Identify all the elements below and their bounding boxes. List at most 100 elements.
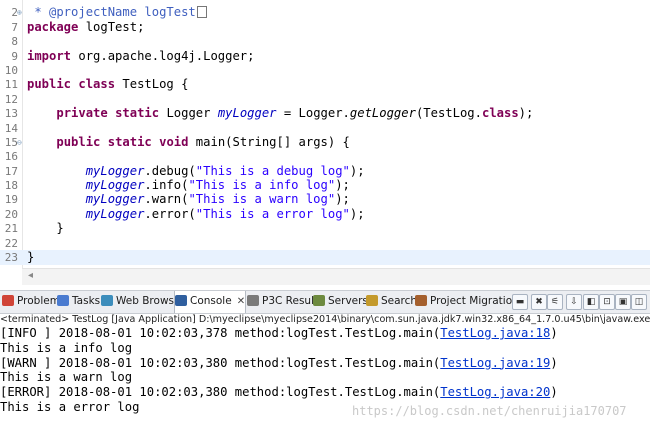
line-number: 22 bbox=[4, 237, 18, 250]
tab-web-browser[interactable]: Web Browser bbox=[101, 291, 185, 313]
code-token: (TestLog. bbox=[415, 106, 482, 120]
code-token: .error( bbox=[144, 207, 196, 221]
code-text: myLogger.debug("This is a debug log"); bbox=[27, 164, 365, 179]
field-name: myLogger bbox=[217, 106, 277, 120]
minimize-icon[interactable]: ▬ bbox=[512, 294, 528, 310]
code-text: * @projectName logTest bbox=[27, 5, 207, 20]
stack-trace-link[interactable]: TestLog.java:19 bbox=[440, 356, 550, 370]
line-number: 2 bbox=[11, 6, 18, 19]
code-editor[interactable]: 2 ⊕ * @projectName logTest 7 package logTes… bbox=[0, 0, 650, 268]
tab-console[interactable]: Console ✕ bbox=[174, 291, 247, 313]
field-name: myLogger bbox=[85, 164, 145, 178]
code-line[interactable]: 17 myLogger.debug("This is a debug log")… bbox=[0, 164, 650, 179]
code-token: = Logger. bbox=[276, 106, 350, 120]
tab-project-migration[interactable]: Project Migration bbox=[415, 291, 519, 313]
code-line[interactable]: 10 bbox=[0, 63, 650, 78]
tab-servers[interactable]: Servers bbox=[313, 291, 368, 313]
fold-expand-icon[interactable]: ⊕ bbox=[17, 5, 22, 20]
globe-icon bbox=[101, 295, 113, 306]
code-text: import org.apache.log4j.Logger; bbox=[27, 49, 254, 64]
tasks-icon bbox=[57, 295, 69, 306]
code-token: .info( bbox=[144, 178, 189, 192]
keyword: private bbox=[56, 106, 108, 120]
keyword: package bbox=[27, 20, 79, 34]
servers-icon bbox=[313, 295, 325, 306]
clear-console-icon[interactable]: ◧ bbox=[583, 294, 599, 310]
console-line: [INFO ] 2018-08-01 10:02:03,378 method:l… bbox=[0, 326, 650, 341]
console-text: This is a warn log bbox=[0, 370, 133, 385]
field-name: myLogger bbox=[85, 178, 145, 192]
line-number: 21 bbox=[4, 222, 18, 235]
tab-label: Servers bbox=[328, 295, 368, 307]
line-number: 18 bbox=[4, 179, 18, 192]
keyword: public bbox=[56, 135, 101, 149]
code-line[interactable]: 16 bbox=[0, 149, 650, 164]
code-text: private static Logger myLogger = Logger.… bbox=[27, 106, 533, 121]
tab-tasks[interactable]: Tasks bbox=[57, 291, 100, 313]
display-console-icon[interactable]: ▣ bbox=[615, 294, 631, 310]
fold-collapse-icon[interactable]: ⊖ bbox=[17, 135, 22, 150]
console-output[interactable]: [INFO ] 2018-08-01 10:02:03,378 method:l… bbox=[0, 326, 650, 415]
terminate-icon[interactable]: ✖ bbox=[531, 294, 547, 310]
keyword: class bbox=[78, 77, 116, 91]
method-name: getLogger bbox=[349, 106, 416, 120]
code-line[interactable]: 7 package logTest; bbox=[0, 20, 650, 35]
field-name: myLogger bbox=[85, 192, 145, 206]
line-number: 7 bbox=[11, 21, 18, 34]
code-token: ); bbox=[349, 207, 365, 221]
console-text: [WARN ] 2018-08-01 10:02:03,380 method:l… bbox=[0, 355, 441, 370]
console-text: This is a info log bbox=[0, 340, 133, 355]
code-line[interactable]: 18 myLogger.info("This is a info log"); bbox=[0, 178, 650, 193]
code-line[interactable]: 9 import org.apache.log4j.Logger; bbox=[0, 49, 650, 64]
code-text: myLogger.error("This is a error log"); bbox=[27, 207, 365, 222]
code-line[interactable]: 19 myLogger.warn("This is a warn log"); bbox=[0, 192, 650, 207]
scroll-lock-icon[interactable]: ⇩ bbox=[566, 294, 582, 310]
code-line[interactable]: 21 } bbox=[0, 221, 650, 236]
console-text: [ERROR] 2018-08-01 10:02:03,380 method:l… bbox=[0, 385, 441, 400]
code-line[interactable]: 11 public class TestLog { bbox=[0, 77, 650, 92]
tab-label: Project Migration bbox=[430, 295, 519, 307]
line-number: 10 bbox=[4, 64, 18, 77]
console-line: This is a warn log bbox=[0, 370, 650, 385]
code-text: public static void main(String[] args) { bbox=[27, 135, 350, 150]
horizontal-scrollbar[interactable]: ◂ bbox=[22, 268, 650, 285]
line-number: 17 bbox=[4, 165, 18, 178]
code-line[interactable]: 20 myLogger.error("This is a error log")… bbox=[0, 207, 650, 222]
migration-icon bbox=[415, 295, 427, 306]
open-console-icon[interactable]: ◫ bbox=[631, 294, 647, 310]
code-line[interactable]: 2 ⊕ * @projectName logTest bbox=[0, 5, 650, 20]
code-line[interactable]: 23} bbox=[0, 250, 650, 265]
scroll-left-icon[interactable]: ◂ bbox=[28, 270, 33, 281]
tab-search[interactable]: Search bbox=[366, 291, 417, 313]
watermark: https://blog.csdn.net/chenruijia170707 bbox=[352, 404, 627, 418]
folded-comment-box-icon[interactable] bbox=[196, 6, 207, 18]
tab-label: Console bbox=[190, 295, 232, 307]
pin-console-icon[interactable]: ⊡ bbox=[599, 294, 615, 310]
stack-trace-link[interactable]: TestLog.java:20 bbox=[440, 385, 550, 399]
line-number: 23 bbox=[4, 251, 18, 264]
line-number: 11 bbox=[4, 78, 18, 91]
code-line[interactable]: 14 bbox=[0, 121, 650, 136]
code-line[interactable]: 15 ⊖ public static void main(String[] arg… bbox=[0, 135, 650, 150]
console-status-line: <terminated> TestLog [Java Application] … bbox=[0, 314, 650, 325]
line-number: 13 bbox=[4, 107, 18, 120]
code-line[interactable]: 22 bbox=[0, 236, 650, 251]
keyword: class bbox=[481, 106, 519, 120]
code-line[interactable]: 12 bbox=[0, 92, 650, 107]
tab-problems[interactable]: Problems bbox=[2, 291, 65, 313]
code-line[interactable]: 13 private static Logger myLogger = Logg… bbox=[0, 106, 650, 121]
code-token: TestLog { bbox=[115, 77, 189, 91]
remove-launches-icon[interactable]: ⚟ bbox=[547, 294, 563, 310]
string-literal: "This is a warn log" bbox=[188, 192, 336, 206]
close-icon[interactable]: ✕ bbox=[237, 296, 245, 307]
console-icon bbox=[175, 295, 187, 306]
line-number: 15 bbox=[4, 136, 18, 149]
code-line[interactable]: 8 bbox=[0, 34, 650, 49]
stack-trace-link[interactable]: TestLog.java:18 bbox=[440, 326, 550, 340]
code-token: ); bbox=[335, 178, 350, 192]
